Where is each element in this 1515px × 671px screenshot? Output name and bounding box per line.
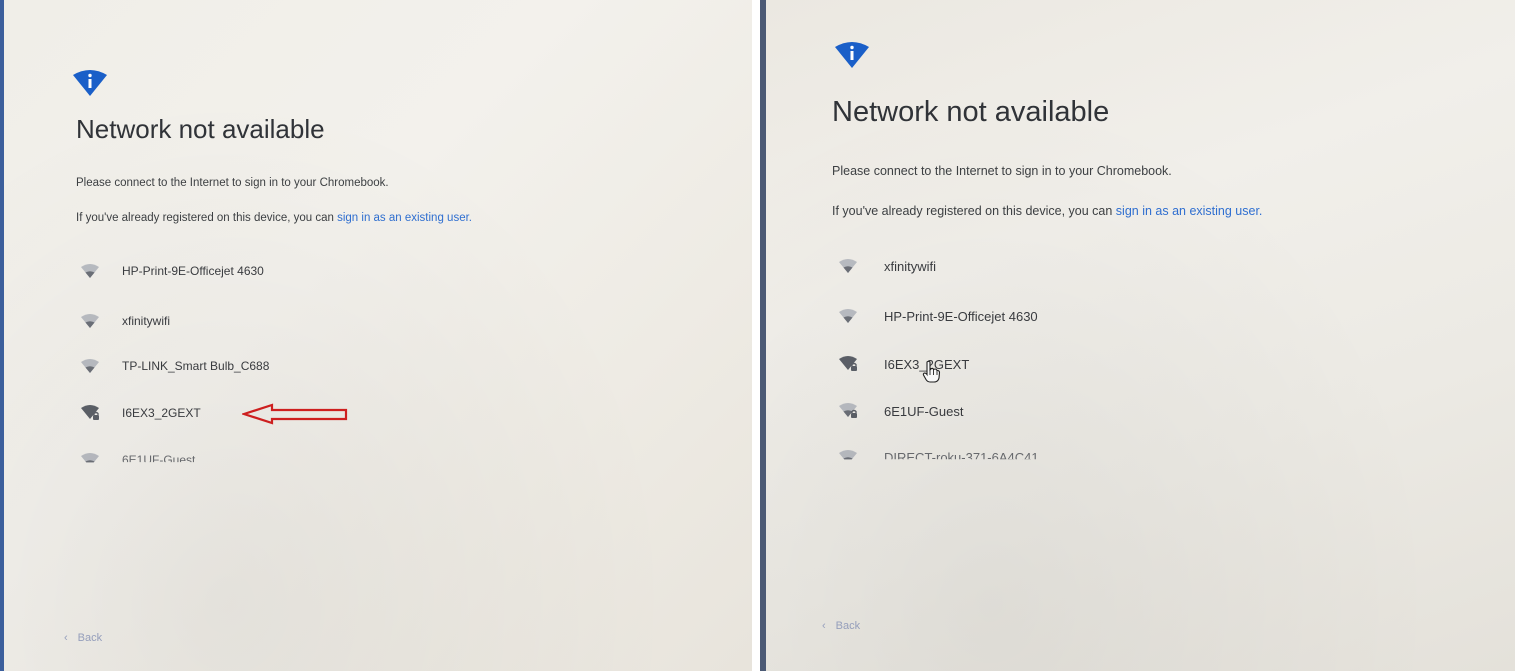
network-name: DIRECT-roku-371-6A4C41 — [884, 449, 1039, 465]
network-name: I6EX3_2GEXT — [122, 406, 201, 420]
wifi-lock-icon — [81, 405, 99, 420]
page-title: Network not available — [76, 114, 325, 144]
wifi-icon — [81, 359, 99, 373]
network-item[interactable]: HP-Print-9E-Officejet 4630 — [80, 263, 264, 279]
network-name: 6E1UF-Guest — [122, 453, 196, 467]
chevron-left-icon: ‹ — [822, 620, 826, 632]
right-screenshot-photo: Network not available Please connect to … — [760, 0, 1515, 671]
network-item[interactable]: DIRECT-roku-371-6A4C41 — [838, 449, 1039, 465]
network-info-icon — [835, 42, 869, 68]
existing-user-text: If you've already registered on this dev… — [832, 204, 1262, 218]
existing-user-prefix: If you've already registered on this dev… — [76, 212, 338, 224]
network-name: HP-Print-9E-Officejet 4630 — [884, 308, 1038, 324]
network-name: TP-LINK_Smart Bulb_C688 — [122, 359, 270, 373]
wifi-icon — [838, 449, 858, 465]
left-screenshot-photo: Network not available Please connect to … — [0, 0, 752, 671]
connect-instruction: Please connect to the Internet to sign i… — [76, 177, 389, 189]
annotation-arrow — [242, 403, 348, 425]
network-item[interactable]: I6EX3_2GEXT — [838, 355, 969, 373]
network-item[interactable]: xfinitywifi — [838, 258, 936, 274]
existing-user-prefix: If you've already registered on this dev… — [832, 204, 1116, 218]
network-name: xfinitywifi — [884, 258, 937, 274]
network-item[interactable]: I6EX3_2GEXT — [80, 404, 201, 422]
back-label: Back — [835, 620, 861, 632]
hand-pointer-cursor-icon — [922, 360, 941, 383]
existing-user-link[interactable]: sign in as an existing user. — [337, 212, 472, 224]
chevron-left-icon: ‹ — [64, 632, 68, 644]
network-item[interactable]: 6E1UF-Guest — [80, 452, 195, 468]
network-info-icon — [73, 70, 107, 96]
network-name: HP-Print-9E-Officejet 4630 — [122, 264, 264, 278]
network-item[interactable]: 6E1UF-Guest — [838, 402, 963, 420]
existing-user-link[interactable]: sign in as an existing user. — [1116, 204, 1263, 218]
network-item[interactable]: TP-LINK_Smart Bulb_C688 — [80, 358, 269, 374]
connect-instruction: Please connect to the Internet to sign i… — [832, 164, 1172, 178]
network-item[interactable]: HP-Print-9E-Officejet 4630 — [838, 308, 1038, 324]
back-label: Back — [77, 632, 103, 644]
wifi-icon — [81, 264, 99, 278]
existing-user-text: If you've already registered on this dev… — [76, 212, 472, 224]
network-item[interactable]: xfinitywifi — [80, 313, 170, 329]
wifi-lock-icon — [839, 403, 857, 418]
wifi-icon — [80, 452, 100, 468]
wifi-icon — [839, 259, 857, 273]
wifi-icon — [81, 314, 99, 328]
back-button[interactable]: ‹ Back — [64, 632, 102, 644]
back-button[interactable]: ‹ Back — [822, 620, 860, 632]
page-title: Network not available — [832, 96, 1110, 128]
wifi-lock-icon — [839, 356, 857, 371]
network-name: xfinitywifi — [122, 314, 171, 328]
network-name: 6E1UF-Guest — [884, 403, 964, 419]
wifi-icon — [839, 309, 857, 323]
